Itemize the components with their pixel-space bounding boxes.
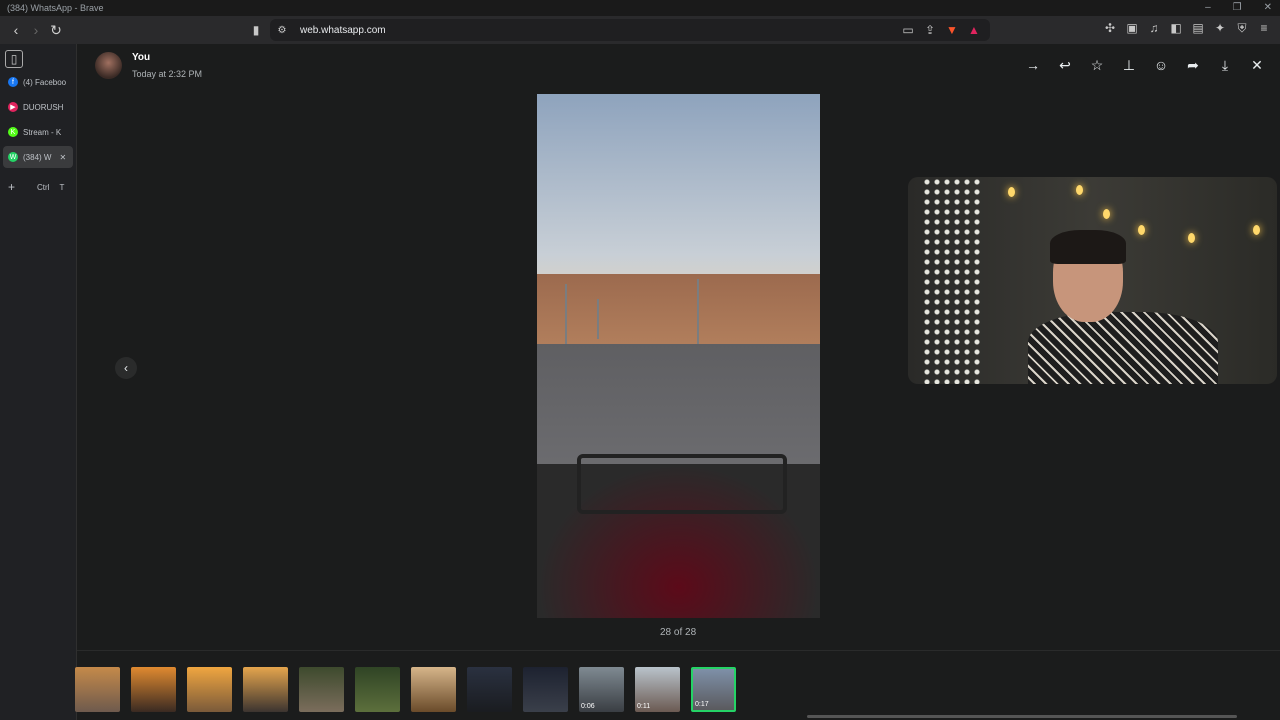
favicon-icon: K [8, 127, 18, 137]
close-window-icon[interactable]: ✕ [1264, 0, 1272, 16]
brave-shields-icon[interactable]: ▼ [944, 22, 960, 38]
screenshot-icon[interactable]: ▣ [1124, 20, 1140, 36]
tab-item[interactable]: W (384) W ✕ [3, 146, 73, 168]
bookmark-icon[interactable]: ▮ [248, 22, 264, 38]
window-titlebar: (384) WhatsApp - Brave – ❐ ✕ [0, 0, 1280, 16]
favicon-icon: f [8, 77, 18, 87]
media-icon[interactable]: ♫ [1146, 20, 1162, 36]
window-title: (384) WhatsApp - Brave [7, 3, 104, 13]
shortcut-key-t: T [59, 182, 65, 192]
tab-label: DUORUSH [23, 102, 64, 112]
media-counter: 28 of 28 [660, 627, 697, 638]
tab-list: f (4) Faceboo ▶ DUORUSH K Stream - K W (384) W ✕ [0, 71, 76, 168]
tab-panel-icon[interactable]: ▯ [5, 50, 23, 68]
favicon-icon: ▶ [8, 102, 18, 112]
minimize-icon[interactable]: – [1205, 0, 1211, 16]
forward-message-icon[interactable]: ➦ [1184, 56, 1202, 74]
close-icon[interactable]: ✕ [1248, 56, 1266, 74]
webcam-overlay [908, 177, 1277, 384]
video-duration: 0:17 [695, 701, 709, 708]
go-to-message-icon[interactable]: → [1024, 56, 1042, 74]
thumbnail-scrollbar[interactable] [807, 715, 1237, 718]
forward-icon[interactable]: › [26, 20, 46, 40]
media-viewer: You Today at 2:32 PM → ↩ ☆ ⊥ ☺ ➦ ⤓ ✕ ‹ 2… [75, 44, 1280, 720]
sidebar-toggle-icon[interactable]: ◧ [1168, 20, 1184, 36]
site-info-icon[interactable]: ⚙ [274, 22, 290, 38]
react-emoji-icon[interactable]: ☺ [1152, 56, 1170, 74]
address-bar[interactable]: ⚙ web.whatsapp.com ▭ ⇪ ▼ ▲ [270, 19, 990, 41]
video-duration: 0:06 [581, 703, 595, 710]
cast-icon[interactable]: ▭ [900, 22, 916, 38]
chevron-left-icon: ‹ [124, 361, 128, 375]
new-tab-button[interactable]: + Ctrl T [3, 176, 73, 198]
extensions-icon[interactable]: ✣ [1102, 20, 1118, 36]
tab-label: (4) Faceboo [23, 77, 67, 87]
media-thumbnail[interactable] [411, 667, 456, 712]
media-thumbnail[interactable] [75, 667, 120, 712]
tab-item[interactable]: K Stream - K [3, 121, 73, 143]
vertical-tabs-sidebar: ▯ f (4) Faceboo ▶ DUORUSH K Stream - K W (384) … [0, 44, 77, 720]
message-timestamp: Today at 2:32 PM [132, 69, 203, 79]
media-thumbnail[interactable] [523, 667, 568, 712]
plus-icon: + [8, 180, 16, 194]
video-frame[interactable] [537, 94, 820, 618]
vpn-icon[interactable]: ⛨ [1234, 20, 1250, 36]
tab-label: Stream - K [23, 127, 62, 137]
window-controls: – ❐ ✕ [1205, 0, 1272, 16]
media-thumbnail[interactable] [467, 667, 512, 712]
star-icon[interactable]: ☆ [1088, 56, 1106, 74]
restore-icon[interactable]: ❐ [1233, 0, 1242, 16]
menu-icon[interactable]: ≡ [1256, 20, 1272, 36]
download-icon[interactable]: ⤓ [1216, 56, 1234, 74]
brave-rewards-icon[interactable]: ▲ [966, 22, 982, 38]
media-thumbnail[interactable] [299, 667, 344, 712]
wallet-icon[interactable]: ▤ [1190, 20, 1206, 36]
video-duration: 0:11 [637, 703, 651, 710]
previous-media-button[interactable]: ‹ [115, 357, 137, 379]
tab-item[interactable]: f (4) Faceboo [3, 71, 73, 93]
close-tab-icon[interactable]: ✕ [59, 153, 66, 162]
thumbnail-strip: 0:06 0:11 0:17 [75, 650, 1280, 720]
back-icon[interactable]: ‹ [6, 20, 26, 40]
favicon-icon: W [8, 152, 18, 162]
media-thumbnail[interactable] [355, 667, 400, 712]
media-thumbnail[interactable] [131, 667, 176, 712]
share-icon[interactable]: ⇪ [922, 22, 938, 38]
viewer-actions: → ↩ ☆ ⊥ ☺ ➦ ⤓ ✕ [1024, 56, 1266, 74]
sender-name: You [132, 52, 151, 63]
media-thumbnail[interactable]: 0:06 [579, 667, 624, 712]
shortcut-key-ctrl: Ctrl [37, 182, 50, 192]
tab-item[interactable]: ▶ DUORUSH [3, 96, 73, 118]
leo-ai-icon[interactable]: ✦ [1212, 20, 1228, 36]
media-thumbnail[interactable]: 0:17 [691, 667, 736, 712]
reload-icon[interactable]: ↻ [46, 20, 66, 40]
media-thumbnail[interactable] [187, 667, 232, 712]
tab-label: (384) W [23, 152, 52, 162]
url-text: web.whatsapp.com [300, 24, 386, 36]
viewer-header: You Today at 2:32 PM [95, 52, 202, 79]
reply-icon[interactable]: ↩ [1056, 56, 1074, 74]
media-thumbnail[interactable] [243, 667, 288, 712]
browser-toolbar: ‹ › ↻ ▮ ⚙ web.whatsapp.com ▭ ⇪ ▼ ▲ ✣ ▣ ♫… [0, 16, 1280, 44]
avatar[interactable] [95, 52, 122, 79]
pin-icon[interactable]: ⊥ [1120, 56, 1138, 74]
media-thumbnail[interactable]: 0:11 [635, 667, 680, 712]
